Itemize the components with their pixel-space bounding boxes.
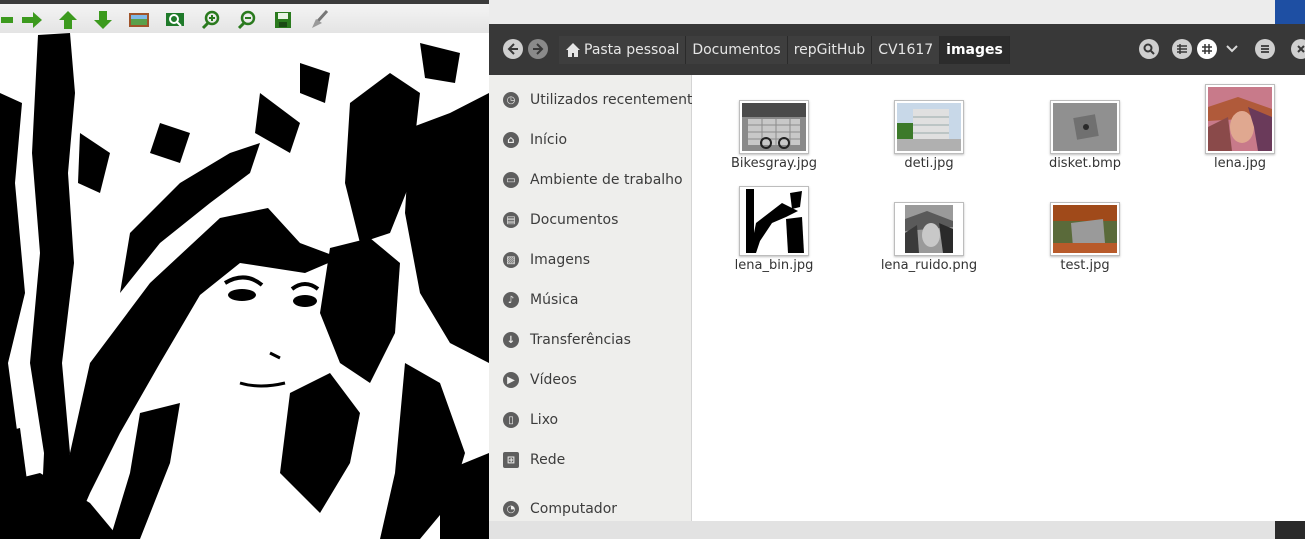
- menu-button[interactable]: [1255, 39, 1275, 59]
- sidebar-item-pictures[interactable]: ▨ Imagens: [489, 248, 691, 272]
- computer-icon: ◔: [503, 501, 519, 517]
- home-icon: [566, 43, 580, 57]
- zoom-out-icon[interactable]: [236, 10, 258, 30]
- file-manager-headerbar: Pasta pessoal Documentos repGitHub CV161…: [489, 24, 1305, 75]
- file-item[interactable]: lena_ruido.png: [874, 202, 984, 273]
- breadcrumb-home[interactable]: Pasta pessoal: [559, 36, 687, 64]
- file-thumbnail: [739, 186, 809, 256]
- file-thumbnail: [894, 100, 964, 154]
- breadcrumb-repgithub[interactable]: repGitHub: [787, 36, 873, 64]
- forward-button[interactable]: [528, 39, 548, 59]
- hamburger-icon: [1261, 45, 1269, 53]
- file-thumbnail: [1205, 84, 1275, 154]
- background-window-bottom: [489, 521, 1275, 539]
- list-view-button[interactable]: [1172, 39, 1192, 59]
- network-icon: ⊞: [503, 452, 519, 468]
- arrow-left-icon[interactable]: [0, 10, 14, 30]
- sidebar-item-videos[interactable]: ▶ Vídeos: [489, 368, 691, 392]
- arrow-up-icon[interactable]: [57, 10, 79, 30]
- binary-image-canvas: [0, 33, 489, 539]
- sidebar-item-music[interactable]: ♪ Música: [489, 288, 691, 312]
- sidebar-item-network[interactable]: ⊞ Rede: [489, 448, 691, 472]
- file-thumbnail: [894, 202, 964, 256]
- file-item[interactable]: disket.bmp: [1030, 100, 1140, 171]
- zoom-fit-icon[interactable]: [164, 10, 186, 30]
- close-icon: [1297, 45, 1305, 53]
- zoom-in-icon[interactable]: [200, 10, 222, 30]
- videos-icon: ▶: [503, 372, 519, 388]
- documents-icon: ▤: [503, 212, 519, 228]
- arrow-left-icon: [507, 43, 518, 55]
- lena-binary-image: [0, 33, 489, 539]
- view-options-button[interactable]: [1222, 39, 1242, 59]
- recent-icon: ◷: [503, 92, 519, 108]
- breadcrumb: Pasta pessoal Documentos repGitHub CV161…: [559, 36, 1010, 64]
- back-button[interactable]: [503, 39, 523, 59]
- search-icon: [1143, 43, 1155, 55]
- save-icon[interactable]: [272, 10, 294, 30]
- music-icon: ♪: [503, 292, 519, 308]
- file-item[interactable]: lena.jpg: [1185, 84, 1295, 171]
- file-thumbnail: [1050, 202, 1120, 256]
- arrow-right-icon[interactable]: [21, 10, 43, 30]
- sidebar-item-recent[interactable]: ◷ Utilizados recentemente: [489, 88, 701, 112]
- file-item[interactable]: deti.jpg: [874, 100, 984, 171]
- close-button[interactable]: [1291, 39, 1305, 59]
- places-sidebar: ◷ Utilizados recentemente ⌂ Início ▭ Amb…: [489, 75, 701, 521]
- background-window-toolbar: [489, 0, 1305, 25]
- sidebar-item-home[interactable]: ⌂ Início: [489, 128, 691, 152]
- file-icon-view: Bikesgray.jpg deti.jpg disket.bmp lena.j…: [692, 75, 1305, 521]
- pictures-icon: ▨: [503, 252, 519, 268]
- search-button[interactable]: [1139, 39, 1159, 59]
- file-manager-window: Pasta pessoal Documentos repGitHub CV161…: [489, 24, 1305, 521]
- breadcrumb-images[interactable]: images: [940, 36, 1010, 64]
- image-icon[interactable]: [128, 10, 150, 30]
- trash-icon: ▯: [503, 412, 519, 428]
- viewer-toolbar: [0, 0, 489, 33]
- chevron-down-icon: [1226, 45, 1238, 53]
- file-item[interactable]: lena_bin.jpg: [719, 186, 829, 273]
- file-thumbnail: [1050, 100, 1120, 154]
- sidebar-item-computer[interactable]: ◔ Computador: [489, 497, 691, 521]
- sidebar-item-documents[interactable]: ▤ Documentos: [489, 208, 691, 232]
- list-view-icon: [1177, 44, 1187, 54]
- image-viewer-window: [0, 0, 489, 539]
- sidebar-item-desktop[interactable]: ▭ Ambiente de trabalho: [489, 168, 691, 192]
- grid-view-icon: [1202, 44, 1212, 54]
- breadcrumb-cv1617[interactable]: CV1617: [872, 36, 941, 64]
- desktop-icon: ▭: [503, 172, 519, 188]
- grid-view-button[interactable]: [1197, 39, 1217, 59]
- file-item[interactable]: test.jpg: [1030, 202, 1140, 273]
- sidebar-item-downloads[interactable]: ↓ Transferências: [489, 328, 691, 352]
- home-icon: ⌂: [503, 132, 519, 148]
- arrow-right-icon: [533, 43, 544, 55]
- clear-icon[interactable]: [308, 10, 330, 30]
- arrow-down-icon[interactable]: [92, 10, 114, 30]
- breadcrumb-documentos[interactable]: Documentos: [686, 36, 788, 64]
- file-item[interactable]: Bikesgray.jpg: [719, 100, 829, 171]
- downloads-icon: ↓: [503, 332, 519, 348]
- sidebar-item-trash[interactable]: ▯ Lixo: [489, 408, 691, 432]
- background-window-accent: [1275, 0, 1305, 24]
- file-thumbnail: [739, 100, 809, 154]
